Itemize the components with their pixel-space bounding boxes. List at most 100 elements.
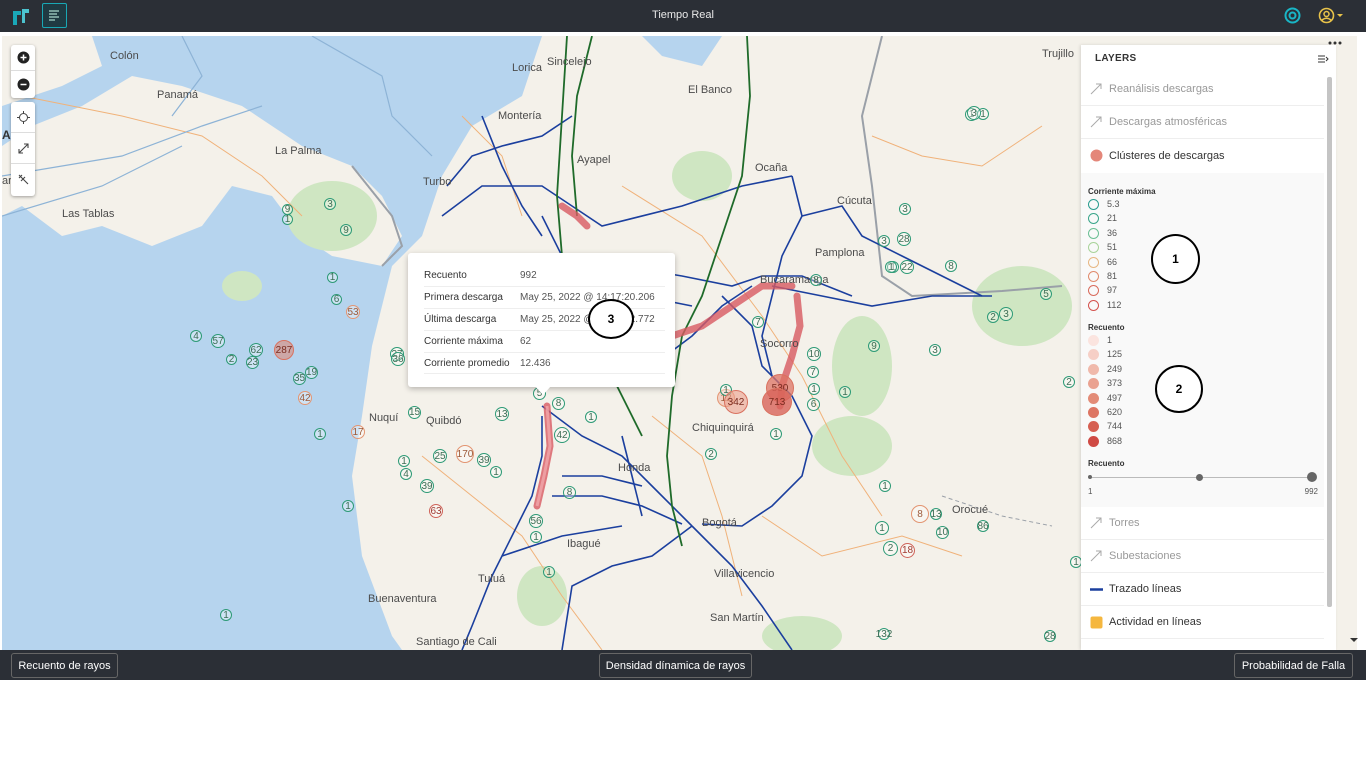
cluster-marker[interactable]: 132 [876,628,892,640]
cluster-marker[interactable]: 17 [351,425,365,439]
cluster-marker[interactable]: 3 [999,307,1013,321]
cluster-marker[interactable]: 8 [552,397,565,410]
cluster-marker[interactable]: 9 [868,340,880,352]
cluster-marker[interactable]: 57 [211,334,225,348]
layer-trazado[interactable]: Trazado líneas [1081,573,1324,606]
cluster-marker[interactable]: 2 [883,541,898,556]
cluster-marker[interactable]: 19 [305,366,318,379]
cluster-marker[interactable]: 1 [543,566,555,578]
cluster-marker[interactable]: 8 [911,505,929,523]
count-range-slider[interactable]: 1 992 [1088,471,1318,501]
cluster-marker[interactable]: 13 [495,407,509,421]
cluster-marker[interactable]: 10 [936,526,949,539]
cluster-marker[interactable]: 1 [879,480,891,492]
cluster-marker[interactable]: 36 [391,352,405,366]
cluster-marker[interactable]: 3 [967,106,981,120]
cluster-marker[interactable]: 342 [724,390,748,414]
layer-legend: Corriente máxima 5.3 21 36 51 66 81 97 1… [1081,173,1324,507]
cluster-marker[interactable]: 1 [398,455,410,467]
panel-scrollbar[interactable] [1327,77,1332,607]
cluster-marker[interactable]: 9 [340,224,352,236]
cluster-marker[interactable]: 35 [293,372,306,385]
zoom-out-button[interactable] [11,71,35,97]
cluster-marker[interactable]: 39 [420,479,434,493]
cluster-marker[interactable]: 8 [810,274,822,286]
cluster-marker[interactable]: 10 [807,347,821,361]
cluster-marker[interactable]: 9 [282,204,293,215]
cluster-marker[interactable]: 7 [807,366,819,378]
cluster-marker[interactable]: 42 [298,391,312,405]
cluster-marker[interactable]: 86 [977,520,989,532]
cluster-marker[interactable]: 42 [554,427,570,443]
user-account-icon[interactable] [1318,7,1345,24]
cluster-marker[interactable]: 1 [220,609,232,621]
cluster-marker[interactable]: 4 [400,468,412,480]
layer-reanalisis[interactable]: Reanálisis descargas [1081,73,1324,106]
cluster-marker[interactable]: 3 [324,198,336,210]
slider-handle-mid[interactable] [1196,474,1203,481]
cluster-marker[interactable]: 1 [282,214,293,225]
cluster-marker[interactable]: 1 [875,521,889,535]
cluster-marker[interactable]: 1 [770,428,782,440]
cluster-marker[interactable]: 1 [530,531,542,543]
zoom-in-button[interactable] [11,45,35,71]
cluster-marker[interactable]: 4 [190,330,202,342]
cluster-marker[interactable]: 6 [331,294,342,305]
cluster-marker[interactable]: 1 [327,272,338,283]
cluster-marker[interactable]: 56 [529,514,543,528]
cluster-marker[interactable]: 1 [342,500,354,512]
cluster-marker[interactable]: 2 [705,448,717,460]
slider-handle-max[interactable] [1307,472,1317,482]
cluster-marker[interactable]: 62 [249,343,263,357]
cluster-marker[interactable]: 1 [490,466,502,478]
detail-value: 992 [520,265,665,288]
failure-probability-button[interactable]: Probabilidad de Falla [1234,653,1353,678]
cluster-marker[interactable]: 25 [433,449,447,463]
cluster-marker[interactable]: 39 [477,453,491,467]
slider-handle-min[interactable] [1088,475,1092,479]
help-lifebuoy-icon[interactable] [1284,7,1301,24]
cluster-marker[interactable]: 63 [429,504,443,518]
cluster-marker[interactable]: 2 [987,311,999,323]
cluster-marker[interactable]: 15 [408,406,421,419]
cluster-marker[interactable]: 8 [945,260,957,272]
collapse-panel-icon[interactable] [1317,53,1329,65]
cluster-marker[interactable]: 5 [1040,288,1052,300]
cluster-marker[interactable]: 18 [900,543,915,558]
cluster-marker[interactable]: 1 [314,428,326,440]
link-icon [1089,82,1103,96]
cluster-marker[interactable]: 53 [346,305,360,319]
cluster-marker[interactable]: 1 [885,261,897,273]
draw-tool-button[interactable] [11,164,35,195]
locate-button[interactable] [11,102,35,133]
cluster-marker[interactable]: 3 [899,203,911,215]
line-icon [1089,582,1103,596]
cluster-marker[interactable]: 3 [929,344,941,356]
cluster-marker[interactable]: 1 [808,383,820,395]
layer-actividad[interactable]: Actividad en líneas [1081,606,1324,639]
layer-subestaciones[interactable]: Subestaciones [1081,540,1324,573]
lightning-count-button[interactable]: Recuento de rayos [11,653,118,678]
cluster-marker[interactable]: 28 [1044,630,1056,642]
cluster-marker[interactable]: 6 [807,398,820,411]
cluster-marker[interactable]: 13 [930,508,942,520]
scroll-down-icon[interactable] [1349,636,1359,644]
cluster-marker[interactable]: 28 [897,232,911,246]
cluster-marker[interactable]: 23 [246,356,259,369]
layer-clusteres[interactable]: Clústeres de descargas [1081,139,1324,172]
layer-torres[interactable]: Torres [1081,507,1324,540]
lightning-density-button[interactable]: Densidad dínamica de rayos [599,653,752,678]
cluster-marker[interactable]: 1 [839,386,851,398]
cluster-marker[interactable]: 170 [456,445,474,463]
cluster-marker[interactable]: 22 [900,260,914,274]
fit-bounds-button[interactable] [11,133,35,164]
layer-descargas[interactable]: Descargas atmosféricas [1081,106,1324,139]
cluster-marker[interactable]: 3 [878,235,890,247]
cluster-marker[interactable]: 7 [752,316,764,328]
cluster-marker[interactable]: 2 [226,354,237,365]
cluster-marker[interactable]: 2 [1063,376,1075,388]
cluster-marker[interactable]: 8 [563,486,576,499]
cluster-marker[interactable]: 287 [274,340,294,360]
cluster-marker[interactable]: 713 [762,388,792,416]
cluster-marker[interactable]: 1 [585,411,597,423]
